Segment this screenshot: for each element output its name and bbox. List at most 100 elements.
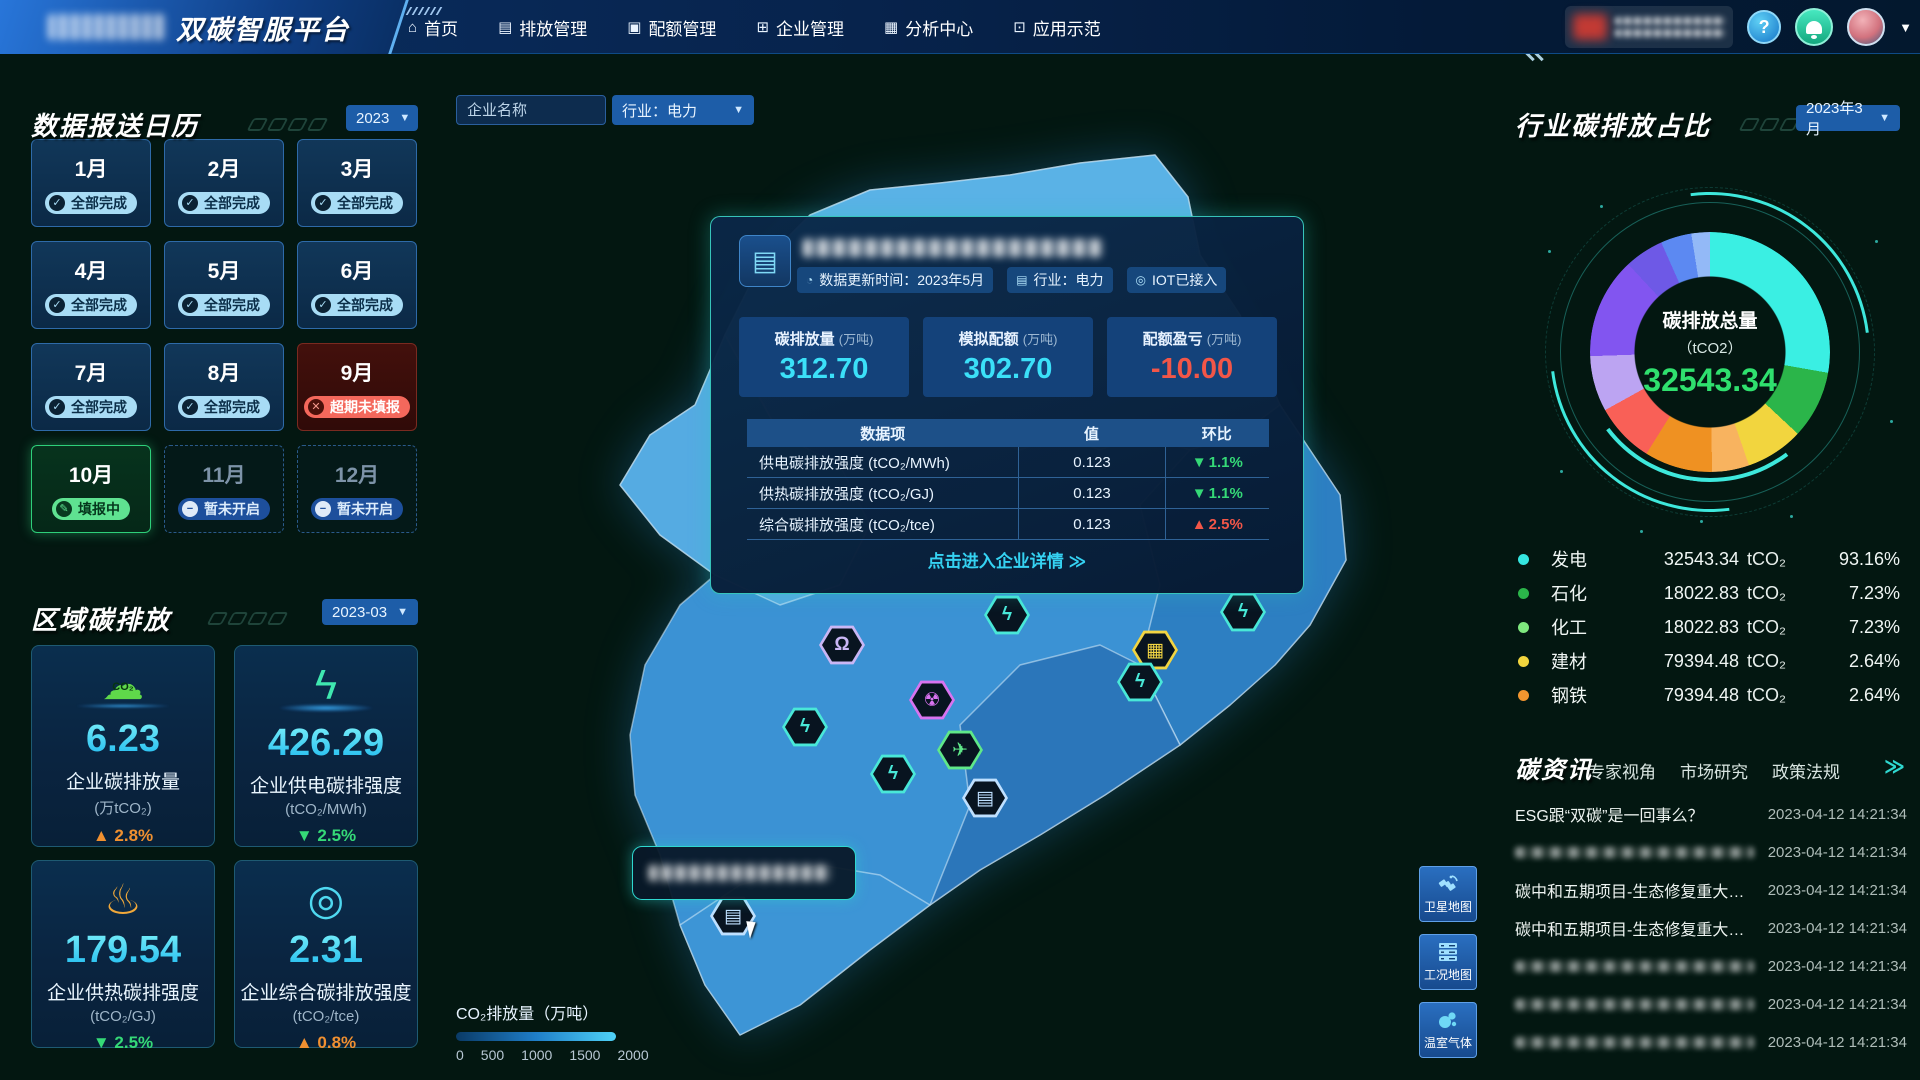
metric-value: 2.31 (289, 929, 363, 972)
month-card-feb[interactable]: 2月 ✓全部完成 (164, 139, 284, 227)
help-button[interactable]: ? (1747, 10, 1781, 44)
enterprise-detail-link[interactable]: 点击进入企业详情 ≫ (711, 547, 1303, 572)
legend-row: 建材 79394.48 tCO₂ 2.64% (1518, 644, 1900, 678)
news-item-blurred[interactable]: 2023-04-12 14:21:34 (1515, 1023, 1907, 1061)
month-card-aug[interactable]: 8月 ✓全部完成 (164, 343, 284, 431)
month-card-jul[interactable]: 7月 ✓全部完成 (31, 343, 151, 431)
metric-card-emission: ☁CO₂ 6.23 企业碳排放量 (万tCO₂) ▲ 2.8% (31, 645, 215, 847)
month-card-jun[interactable]: 6月 ✓全部完成 (297, 241, 417, 329)
avatar[interactable] (1847, 8, 1885, 46)
minus-icon: − (182, 501, 198, 517)
map-layer-buttons: 卫星地图 工况地图 温室气体 (1419, 866, 1477, 1058)
nav-item-enterprise[interactable]: ⊞ 企业管理 (756, 15, 844, 40)
lightning-icon: ϟ (1002, 604, 1012, 626)
minus-icon: − (315, 501, 331, 517)
table-row: 供电碳排放强度 (tCO₂/MWh) 0.123 ▼1.1% (747, 447, 1269, 478)
regional-period-select[interactable]: 2023-03▼ (322, 599, 418, 625)
industry-period-select[interactable]: 2023年3月▼ (1796, 105, 1900, 131)
blurred-title (1515, 999, 1754, 1010)
news-item-blurred[interactable]: 2023-04-12 14:21:34 (1515, 833, 1907, 871)
nav-label: 应用示范 (1033, 15, 1101, 40)
metric-card-comprehensive: ◎ 2.31 企业综合碳排放强度 (tCO₂/tce) ▲ 0.8% (234, 860, 418, 1048)
industry-icon: ▤ (1016, 273, 1027, 287)
news-list: ESG跟“双碳”是一回事么？ 2023-04-12 14:21:34 2023-… (1515, 795, 1907, 1061)
metric-value: 6.23 (86, 718, 160, 761)
month-card-oct[interactable]: 10月 ✎填报中 (31, 445, 151, 533)
server-icon (1436, 941, 1460, 963)
notification-button[interactable] (1795, 8, 1833, 46)
check-icon: ✓ (315, 297, 331, 313)
chevron-down-icon: ▼ (733, 104, 744, 116)
news-more-icon[interactable]: ≫ (1884, 754, 1905, 779)
tab-policy[interactable]: 政策法规 (1772, 758, 1840, 783)
calendar-year-select[interactable]: 2023▼ (346, 105, 418, 131)
legend-row: 化工 18022.83 tCO₂ 7.23% (1518, 610, 1900, 644)
news-item[interactable]: 碳中和五期项目-生态修复重大工程 2023-04-12 14:21:34 (1515, 909, 1907, 947)
radiation-icon: ☢ (923, 689, 940, 712)
greenhouse-gas-button[interactable]: 温室气体 (1419, 1002, 1477, 1058)
check-icon: ✓ (182, 297, 198, 313)
status-badge: 超期未填报 (330, 397, 400, 417)
month-card-sep[interactable]: 9月 ✕超期未填报 (297, 343, 417, 431)
nav-label: 排放管理 (519, 15, 587, 40)
news-item-blurred[interactable]: 2023-04-12 14:21:34 (1515, 947, 1907, 985)
iot-badge: ◎IOT已接入 (1127, 267, 1227, 293)
month-card-may[interactable]: 5月 ✓全部完成 (164, 241, 284, 329)
legend-row: 石化 18022.83 tCO₂ 7.23% (1518, 576, 1900, 610)
month-card-jan[interactable]: 1月 ✓全部完成 (31, 139, 151, 227)
company-search-input[interactable] (456, 95, 606, 125)
status-badge: 填报中 (78, 499, 120, 519)
chevron-down-icon[interactable]: ▼ (1899, 20, 1912, 35)
tab-expert-view[interactable]: 专家视角 (1588, 758, 1656, 783)
magnet-icon: Ω (834, 634, 849, 656)
month-card-apr[interactable]: 4月 ✓全部完成 (31, 241, 151, 329)
app-title: 双碳智服平台 (176, 8, 350, 47)
target-icon: ◎ (308, 877, 345, 923)
nav-item-emission[interactable]: ▤ 排放管理 (498, 15, 587, 40)
edit-icon: ✎ (56, 501, 72, 517)
status-badge: 全部完成 (71, 295, 127, 315)
donut-center: 碳排放总量 （tCO2） 32543.34 (1590, 232, 1830, 472)
condition-map-button[interactable]: 工况地图 (1419, 934, 1477, 990)
news-item[interactable]: ESG跟“双碳”是一回事么？ 2023-04-12 14:21:34 (1515, 795, 1907, 833)
legend-dot (1518, 588, 1529, 599)
status-badge: 全部完成 (204, 295, 260, 315)
plug-icon: ϟ (315, 662, 337, 708)
company-popup: ▤ ◔数据更新时间：2023年5月 ▤行业：电力 ◎IOT已接入 碳排放量 (万… (710, 216, 1304, 594)
analysis-icon: ▦ (884, 18, 898, 36)
legend-row: 钢铁 79394.48 tCO₂ 2.64% (1518, 678, 1900, 712)
month-card-dec[interactable]: 12月 −暂未开启 (297, 445, 417, 533)
legend-dot (1518, 622, 1529, 633)
metric-label: 企业综合碳排放强度 (240, 978, 411, 1005)
bell-icon (1806, 21, 1822, 34)
metric-unit: (tCO₂/MWh) (285, 801, 367, 818)
iot-icon: ◎ (1136, 273, 1146, 287)
user-info-blurred (1565, 6, 1733, 48)
metric-card-heat: ♨ 179.54 企业供热碳排强度 (tCO₂/GJ) ▼ 2.5% (31, 860, 215, 1048)
industry-filter-select[interactable]: 行业：电力▼ (612, 95, 754, 125)
legend-dot (1518, 690, 1529, 701)
help-icon: ? (1759, 17, 1770, 38)
month-card-mar[interactable]: 3月 ✓全部完成 (297, 139, 417, 227)
news-item-blurred[interactable]: 2023-04-12 14:21:34 (1515, 985, 1907, 1023)
nav-item-analysis[interactable]: ▦ 分析中心 (884, 15, 973, 40)
satellite-map-button[interactable]: 卫星地图 (1419, 866, 1477, 922)
tab-market-research[interactable]: 市场研究 (1680, 758, 1748, 783)
news-tabs: 专家视角 市场研究 政策法规 (1588, 758, 1840, 783)
stat-quota: 模拟配额 (万吨) 302.70 (923, 317, 1093, 397)
map-color-legend: CO₂排放量（万吨） 0 500 1000 1500 2000 (456, 1000, 649, 1063)
status-badge: 全部完成 (337, 193, 393, 213)
nav-item-home[interactable]: ⌂ 首页 (408, 15, 458, 40)
news-item[interactable]: 碳中和五期项目-生态修复重大工程... 2023-04-12 14:21:34 (1515, 871, 1907, 909)
nav-item-demo[interactable]: ⊡ 应用示范 (1013, 15, 1101, 40)
stat-emission: 碳排放量 (万吨) 312.70 (739, 317, 909, 397)
check-icon: ✓ (49, 297, 65, 313)
nav-item-quota[interactable]: ▣ 配额管理 (627, 15, 716, 40)
regional-metrics: ☁CO₂ 6.23 企业碳排放量 (万tCO₂) ▲ 2.8% ϟ 426.29… (31, 645, 418, 1048)
quota-icon: ▣ (627, 18, 641, 36)
table-header: 数据项 值 环比 (747, 419, 1269, 447)
month-card-nov[interactable]: 11月 −暂未开启 (164, 445, 284, 533)
building-icon: ▤ (739, 235, 791, 287)
dashboard: 双碳智服平台 ⌂ 首页 ▤ 排放管理 ▣ 配额管理 ⊞ 企业管理 ▦ 分析中心 (0, 0, 1920, 1080)
chevron-down-icon: ▼ (399, 112, 410, 124)
